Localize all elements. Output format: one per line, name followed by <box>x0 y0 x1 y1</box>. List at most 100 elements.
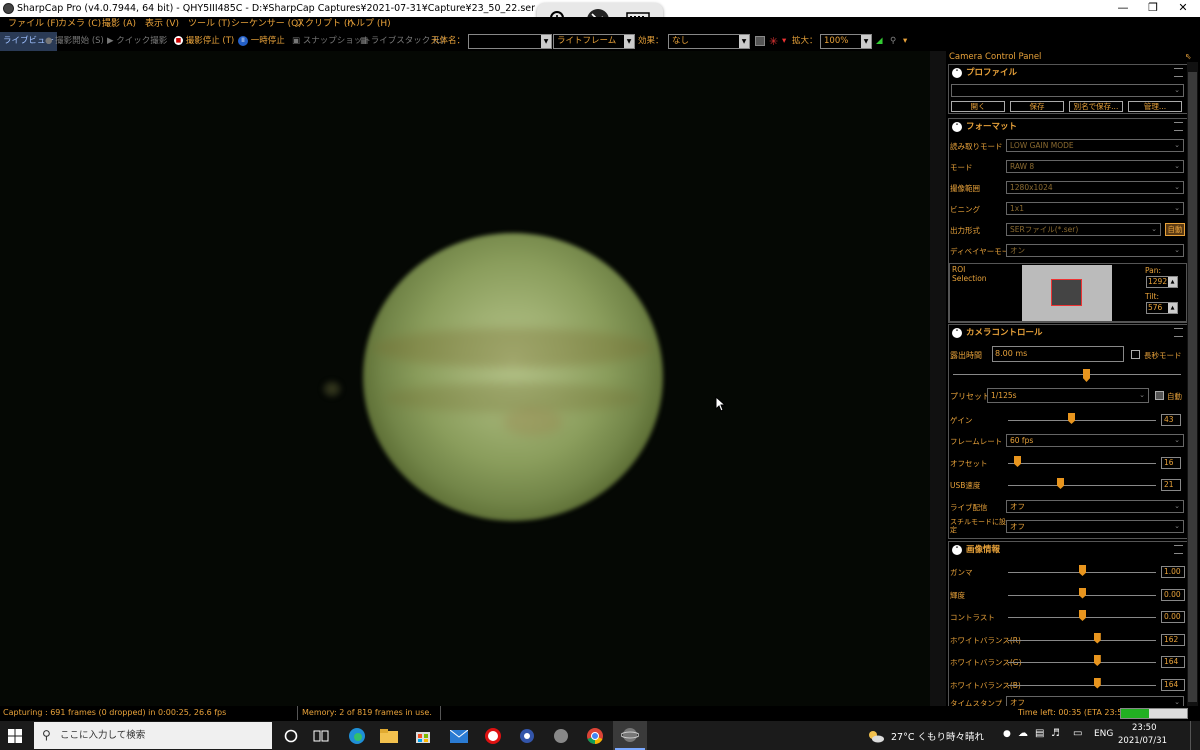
histogram-stretch-icon[interactable]: ◢ <box>876 32 883 51</box>
cortana-icon[interactable] <box>280 725 302 747</box>
image-control-slider[interactable] <box>1008 662 1156 663</box>
image-control-slider-thumb[interactable] <box>1093 655 1101 666</box>
panel-scrollbar-thumb[interactable] <box>1188 72 1197 702</box>
windows-start-icon[interactable] <box>4 725 26 747</box>
menu-sequencer[interactable]: シーケンサー (Q) <box>231 17 302 32</box>
menu-help[interactable]: ヘルプ (H) <box>347 17 391 32</box>
image-control-value[interactable]: 0.00 <box>1161 611 1185 623</box>
section-menu-icon[interactable] <box>1174 122 1183 131</box>
panel-scrollbar[interactable] <box>1187 62 1198 706</box>
image-control-value[interactable]: 1.00 <box>1161 566 1185 578</box>
image-control-slider[interactable] <box>1008 684 1156 686</box>
save-as-profile-button[interactable]: 別名で保存... <box>1069 101 1123 112</box>
show-desktop-button[interactable] <box>1190 721 1200 750</box>
weather-icon[interactable] <box>866 725 886 747</box>
binning-select[interactable]: 1x1 ⌄ <box>1006 202 1184 215</box>
gain-value[interactable]: 43 <box>1161 414 1181 426</box>
camera-controls-header[interactable]: ˄ カメラコントロール <box>949 325 1187 341</box>
language-indicator[interactable]: ENG <box>1094 729 1113 739</box>
clock-time[interactable]: 23:50 <box>1132 723 1157 733</box>
roi-rectangle[interactable] <box>1051 279 1082 306</box>
manage-profile-button[interactable]: 管理... <box>1128 101 1182 112</box>
image-control-value[interactable]: 164 <box>1161 656 1185 668</box>
app-icon-network[interactable] <box>516 725 538 747</box>
image-control-value[interactable]: 162 <box>1161 633 1185 646</box>
offset-value[interactable]: 16 <box>1161 457 1181 469</box>
menu-view[interactable]: 表示 (V) <box>145 17 179 32</box>
exposure-slider[interactable] <box>953 374 1181 375</box>
stop-capture-button[interactable]: ■ 撮影停止 (T) <box>174 32 234 51</box>
section-menu-icon[interactable] <box>1174 328 1183 337</box>
offset-slider[interactable] <box>1008 463 1156 464</box>
image-control-value[interactable]: 0.00 <box>1161 588 1185 601</box>
start-capture-button[interactable]: ● 撮影開始 (S) <box>45 32 104 51</box>
tilt-input[interactable]: 576 ▲ <box>1146 302 1178 314</box>
usb-speed-slider[interactable] <box>1008 485 1156 486</box>
pan-input[interactable]: 1292 ▲ <box>1146 276 1178 288</box>
zoom-select[interactable]: 100% ▼ <box>820 34 872 49</box>
readout-mode-select[interactable]: LOW GAIN MODE ⌄ <box>1006 139 1184 152</box>
usb-speed-slider-thumb[interactable] <box>1057 478 1064 489</box>
image-controls-header[interactable]: ˄ 画像情報 <box>949 542 1187 558</box>
image-control-slider-thumb[interactable] <box>1079 610 1086 621</box>
mode-select[interactable]: RAW 8 ⌄ <box>1006 160 1184 173</box>
auto-exposure-checkbox[interactable] <box>1155 391 1164 400</box>
magnifier-icon[interactable]: ⚲ <box>890 32 896 51</box>
crosshair-dropdown-icon[interactable]: ▾ <box>782 32 786 51</box>
usb-speed-value[interactable]: 21 <box>1161 479 1181 491</box>
close-button[interactable]: ✕ <box>1168 0 1198 17</box>
crosshair-icon[interactable]: ✳ <box>769 32 778 51</box>
auto-format-button[interactable]: 自動 <box>1165 223 1185 236</box>
restore-button[interactable]: ❐ <box>1138 0 1168 17</box>
menu-tools[interactable]: ツール (T) <box>188 17 230 32</box>
framerate-select[interactable]: 60 fps ⌄ <box>1006 434 1184 447</box>
snapshot-button[interactable]: ▣ スナップショット <box>292 32 371 51</box>
gain-slider-thumb[interactable] <box>1068 413 1075 424</box>
spinner-icon[interactable]: ▲ <box>1168 303 1177 313</box>
app-icon-planet[interactable] <box>550 725 572 747</box>
preset-select[interactable]: 1/125s ⌄ <box>987 388 1149 403</box>
mail-icon[interactable] <box>448 725 470 747</box>
magnifier-dropdown-icon[interactable]: ▾ <box>903 32 907 51</box>
image-control-slider-thumb[interactable] <box>1093 632 1101 644</box>
section-menu-icon[interactable] <box>1174 545 1183 554</box>
cloud-icon[interactable]: ☁ <box>1018 728 1028 739</box>
image-control-slider[interactable] <box>1008 639 1156 641</box>
profile-header[interactable]: ˄ プロファイル <box>949 65 1187 81</box>
menu-file[interactable]: ファイル (F) <box>8 17 59 32</box>
store-icon[interactable] <box>412 725 434 747</box>
format-header[interactable]: ˄ フォーマット <box>949 119 1187 135</box>
output-format-select[interactable]: SERファイル(*.ser) ⌄ <box>1006 223 1161 236</box>
clock-date[interactable]: 2021/07/31 <box>1118 736 1167 746</box>
display-icon[interactable]: ▭ <box>1073 728 1082 739</box>
pin-icon[interactable]: ⇖ <box>1185 52 1192 61</box>
target-input[interactable]: ▼ <box>468 34 552 49</box>
save-profile-button[interactable]: 保存 <box>1010 101 1064 112</box>
effect-select[interactable]: なし ▼ <box>668 34 750 49</box>
spinner-icon[interactable]: ▲ <box>1168 277 1177 287</box>
offset-slider-thumb[interactable] <box>1014 456 1021 467</box>
debayer-select[interactable]: オン ⌄ <box>1006 244 1184 257</box>
image-viewport[interactable] <box>0 51 946 706</box>
open-profile-button[interactable]: 開く <box>951 101 1005 112</box>
app-icon-red[interactable] <box>482 725 504 747</box>
image-control-slider-thumb[interactable] <box>1079 565 1086 576</box>
quick-capture-button[interactable]: ▶ クイック撮影 <box>107 32 167 51</box>
image-control-value[interactable]: 164 <box>1161 678 1185 691</box>
histogram-icon[interactable] <box>755 36 765 46</box>
edge-icon[interactable] <box>346 725 368 747</box>
live-stream-select[interactable]: オフ ⌄ <box>1006 500 1184 513</box>
chrome-icon[interactable] <box>584 725 606 747</box>
volume-icon[interactable]: ♬ <box>1051 728 1060 739</box>
still-mode-select[interactable]: オフ ⌄ <box>1006 520 1184 533</box>
long-exposure-checkbox[interactable] <box>1131 350 1140 359</box>
minimize-button[interactable]: — <box>1108 0 1138 17</box>
roi-preview[interactable] <box>1022 265 1112 321</box>
frame-type-select[interactable]: ライトフレーム ▼ <box>553 34 635 49</box>
network-icon[interactable]: ▤ <box>1035 728 1044 739</box>
menu-capture[interactable]: 撮影 (A) <box>102 17 136 32</box>
profile-select[interactable]: ⌄ <box>951 84 1184 97</box>
capture-area-select[interactable]: 1280x1024 ⌄ <box>1006 181 1184 194</box>
pause-button[interactable]: II 一時停止 <box>238 32 285 51</box>
task-view-icon[interactable] <box>310 725 332 747</box>
